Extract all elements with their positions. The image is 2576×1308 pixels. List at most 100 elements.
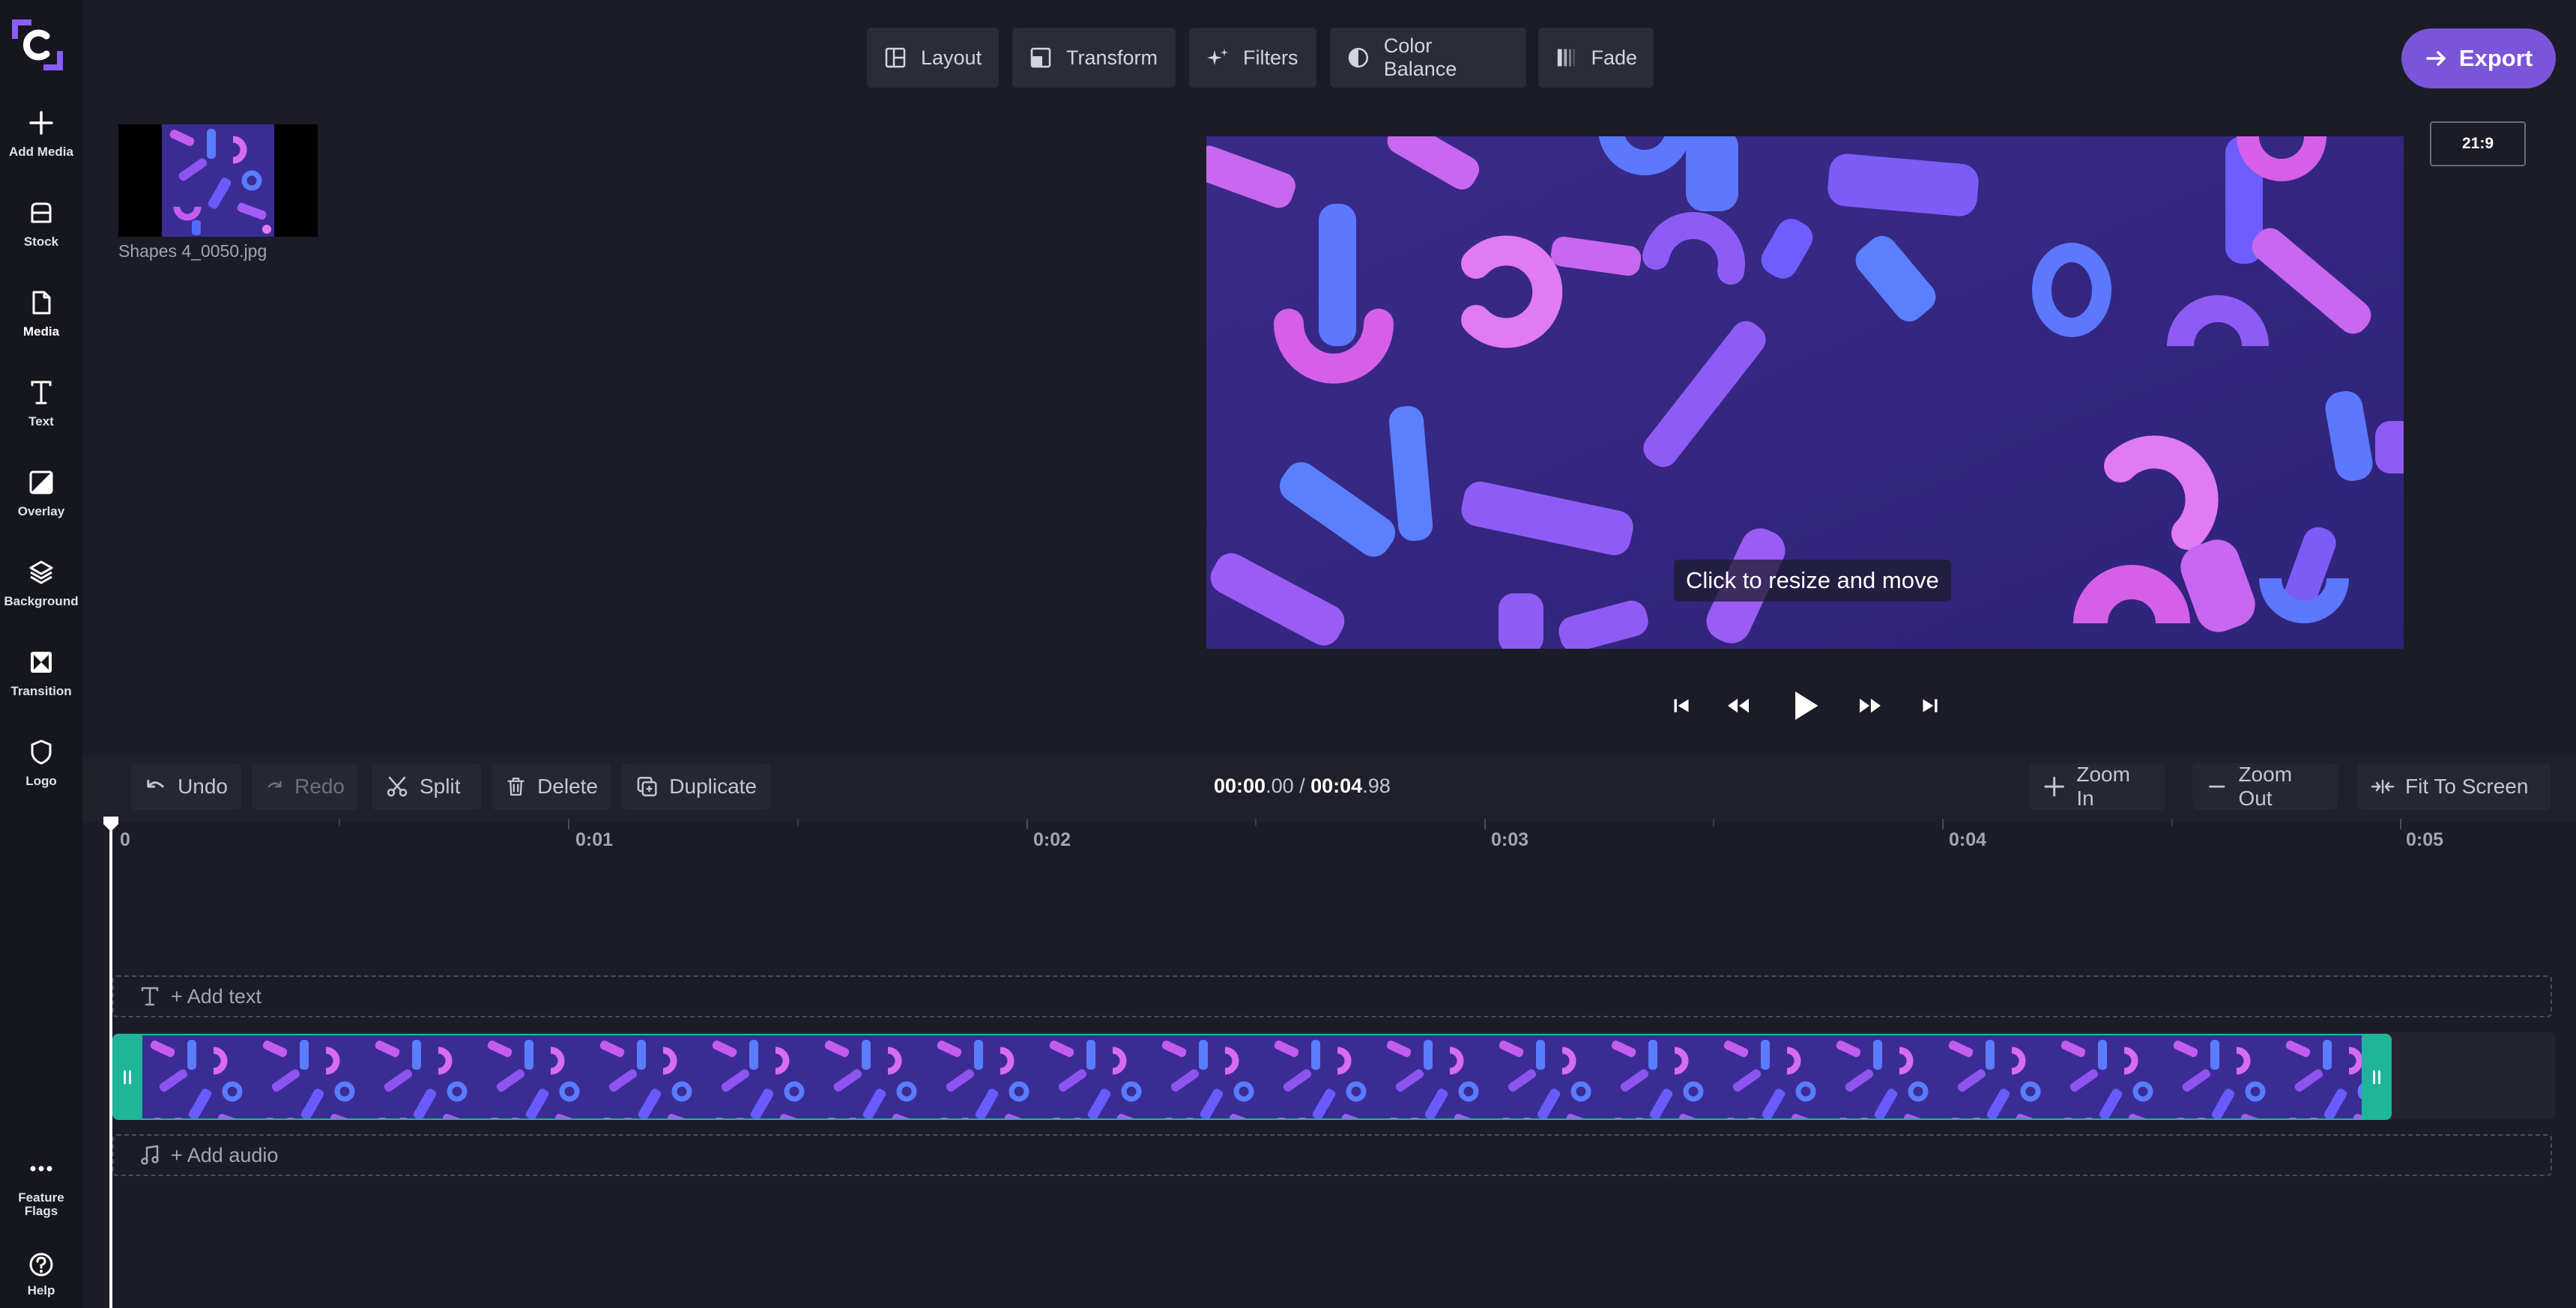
- clip-trim-handle-left[interactable]: [112, 1034, 142, 1120]
- delete-label: Delete: [537, 775, 598, 798]
- redo-icon: [267, 781, 282, 788]
- current-time-frac: .00: [1266, 775, 1294, 797]
- ruler-tick: [2400, 819, 2401, 829]
- sidebar-item-label: Background: [4, 594, 79, 608]
- stock-icon: [31, 202, 52, 223]
- add-audio-track[interactable]: + Add audio: [112, 1134, 2552, 1176]
- zoom-in-button[interactable]: Zoom In: [2029, 763, 2165, 810]
- minus-icon: [2209, 785, 2225, 788]
- play-button[interactable]: [1783, 683, 1828, 728]
- ruler-tick: [1484, 819, 1486, 829]
- ruler-tick: [1942, 819, 1944, 829]
- sidebar: Add Media Stock Media Text Overlay Backg…: [0, 0, 82, 1308]
- sidebar-item-help[interactable]: Help: [0, 1250, 82, 1308]
- text-icon: [31, 381, 52, 405]
- ruler-tick: [568, 819, 569, 829]
- export-label: Export: [2458, 45, 2533, 71]
- zoom-in-label: Zoom In: [2076, 763, 2130, 810]
- transform-icon: [1030, 47, 1051, 68]
- help-icon: [29, 1253, 53, 1277]
- sidebar-item-label: Help: [27, 1283, 55, 1298]
- timeline-ruler[interactable]: [82, 823, 2576, 857]
- undo-icon: [147, 779, 164, 788]
- fade-icon: [1557, 49, 1575, 67]
- clip-trim-handle-right[interactable]: [2362, 1034, 2392, 1120]
- color-balance-icon: [1348, 47, 1369, 68]
- split-button[interactable]: Split: [372, 763, 481, 810]
- scissors-icon: [387, 776, 408, 797]
- sidebar-item-media[interactable]: Media: [0, 288, 82, 370]
- sidebar-item-label: Stock: [23, 234, 59, 249]
- music-note-icon: [141, 1145, 159, 1165]
- fit-to-screen-label: Fit To Screen: [2405, 775, 2529, 798]
- media-thumbnail[interactable]: [118, 124, 318, 237]
- ruler-tick: [2171, 819, 2173, 826]
- fade-button[interactable]: Fade: [1538, 28, 1654, 88]
- transform-button[interactable]: Transform: [1012, 28, 1176, 88]
- drag-handle-icon: [124, 1070, 131, 1084]
- playhead-handle[interactable]: [102, 815, 120, 833]
- sidebar-item-label: Feature Flags: [18, 1190, 64, 1218]
- media-thumbnail-image: [162, 124, 274, 237]
- rewind-button[interactable]: [1716, 683, 1761, 728]
- aspect-ratio-button[interactable]: 21:9: [2430, 121, 2526, 166]
- sidebar-item-label: Media: [22, 324, 60, 339]
- delete-button[interactable]: Delete: [492, 763, 611, 810]
- sidebar-item-transition[interactable]: Transition: [0, 647, 82, 730]
- redo-label: Redo: [294, 775, 345, 798]
- zoom-out-button[interactable]: Zoom Out: [2192, 763, 2338, 810]
- add-text-track[interactable]: + Add text: [112, 975, 2552, 1017]
- playhead-line: [109, 821, 112, 1308]
- arrow-right-icon: [2426, 51, 2446, 66]
- color-balance-button[interactable]: Color Balance: [1330, 28, 1526, 88]
- duplicate-button[interactable]: Duplicate: [622, 763, 770, 810]
- add-audio-label: + Add audio: [171, 1143, 279, 1166]
- sidebar-item-label: Logo: [25, 774, 57, 788]
- video-clip[interactable]: [112, 1034, 2392, 1120]
- drag-handle-icon: [2373, 1070, 2380, 1084]
- ruler-label: 0: [120, 829, 130, 850]
- total-time-frac: .98: [1362, 775, 1391, 797]
- undo-label: Undo: [178, 775, 228, 798]
- text-icon: [141, 987, 159, 1006]
- skip-to-end-button[interactable]: [1908, 683, 1953, 728]
- sidebar-item-text[interactable]: Text: [0, 378, 82, 460]
- overlay-icon: [29, 470, 53, 494]
- export-button[interactable]: Export: [2401, 28, 2556, 88]
- ruler-tick: [1713, 819, 1714, 826]
- ruler-label: 0:01: [575, 829, 614, 850]
- sidebar-item-feature-flags[interactable]: Feature Flags: [0, 1154, 82, 1236]
- sidebar-item-label: Text: [28, 414, 54, 429]
- sidebar-item-background[interactable]: Background: [0, 557, 82, 640]
- sidebar-item-add-media[interactable]: Add Media: [0, 108, 82, 190]
- sidebar-item-label: Add Media: [9, 145, 73, 159]
- file-icon: [32, 291, 51, 315]
- preview-hint: Click to resize and move: [1674, 560, 1951, 602]
- ruler-tick: [339, 819, 340, 826]
- undo-button[interactable]: Undo: [130, 763, 241, 810]
- fit-to-screen-button[interactable]: Fit To Screen: [2357, 763, 2551, 810]
- time-separator: /: [1293, 775, 1311, 797]
- ruler-label: 0:03: [1491, 829, 1529, 850]
- sidebar-item-stock[interactable]: Stock: [0, 198, 82, 280]
- total-time: 00:04: [1310, 775, 1363, 797]
- redo-button[interactable]: Redo: [252, 763, 358, 810]
- skip-to-start-button[interactable]: [1659, 683, 1704, 728]
- ruler-label: 0:04: [1949, 829, 1987, 850]
- duplicate-icon: [637, 777, 657, 796]
- sidebar-item-logo[interactable]: Logo: [0, 737, 82, 820]
- zoom-out-label: Zoom Out: [2238, 763, 2293, 810]
- sidebar-item-label: Overlay: [17, 504, 65, 518]
- sidebar-item-overlay[interactable]: Overlay: [0, 467, 82, 550]
- transform-label: Transform: [1066, 46, 1158, 69]
- filters-button[interactable]: Filters: [1189, 28, 1316, 88]
- plus-icon: [29, 111, 53, 135]
- sparkle-icon: [1207, 49, 1228, 65]
- layout-button[interactable]: Layout: [867, 28, 999, 88]
- fast-forward-icon: [1860, 698, 1881, 713]
- fast-forward-button[interactable]: [1848, 683, 1893, 728]
- layout-label: Layout: [921, 46, 982, 69]
- shield-icon: [31, 739, 52, 765]
- app-logo[interactable]: [9, 16, 66, 73]
- fade-label: Fade: [1591, 46, 1637, 69]
